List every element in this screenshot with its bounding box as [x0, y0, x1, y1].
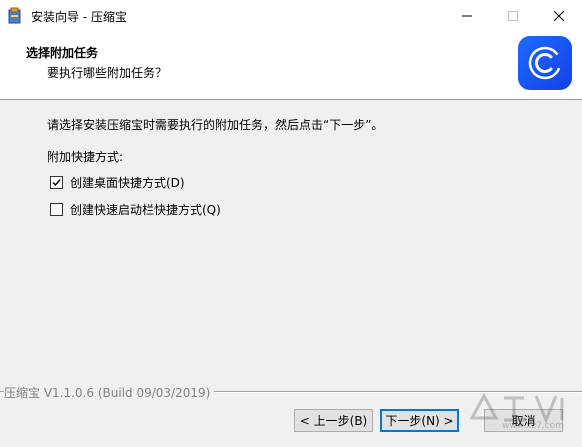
back-button[interactable]: < 上一步(B)	[294, 409, 373, 432]
page-subtitle: 要执行哪些附加任务？	[47, 66, 168, 80]
close-button[interactable]	[536, 0, 582, 31]
installer-icon	[8, 7, 22, 24]
desktop-shortcut-label: 创建桌面快捷方式(D)	[70, 176, 185, 190]
window-title: 安装向导 - 压缩宝	[31, 10, 127, 24]
quicklaunch-shortcut-label: 创建快速启动栏快捷方式(Q)	[70, 203, 221, 217]
title-bar: 安装向导 - 压缩宝	[0, 0, 582, 31]
maximize-icon	[508, 10, 518, 21]
site-watermark: www.xz7.com	[462, 388, 580, 446]
close-icon	[554, 10, 564, 21]
checkmark-icon	[52, 179, 61, 187]
maximize-button[interactable]	[490, 0, 536, 31]
page-title: 选择附加任务	[26, 46, 99, 60]
minimize-icon	[462, 15, 472, 16]
shortcut-group-label: 附加快捷方式:	[47, 150, 124, 164]
instruction-text: 请选择安装压缩宝时需要执行的附加任务，然后点击“下一步”。	[47, 118, 384, 132]
quicklaunch-shortcut-checkbox[interactable]	[50, 203, 63, 216]
version-text: 压缩宝 V1.1.0.6 (Build 09/03/2019)	[4, 384, 215, 401]
wizard-header: 选择附加任务 要执行哪些附加任务？	[0, 31, 582, 100]
minimize-button[interactable]	[444, 0, 490, 31]
watermark-site: www.xz7.com	[502, 421, 564, 431]
desktop-shortcut-checkbox[interactable]	[50, 176, 63, 189]
quicklaunch-shortcut-option[interactable]: 创建快速启动栏快捷方式(Q)	[50, 201, 221, 218]
next-button[interactable]: 下一步(N) >	[380, 409, 459, 432]
desktop-shortcut-option[interactable]: 创建桌面快捷方式(D)	[50, 174, 185, 191]
compress-logo-icon	[518, 36, 572, 90]
